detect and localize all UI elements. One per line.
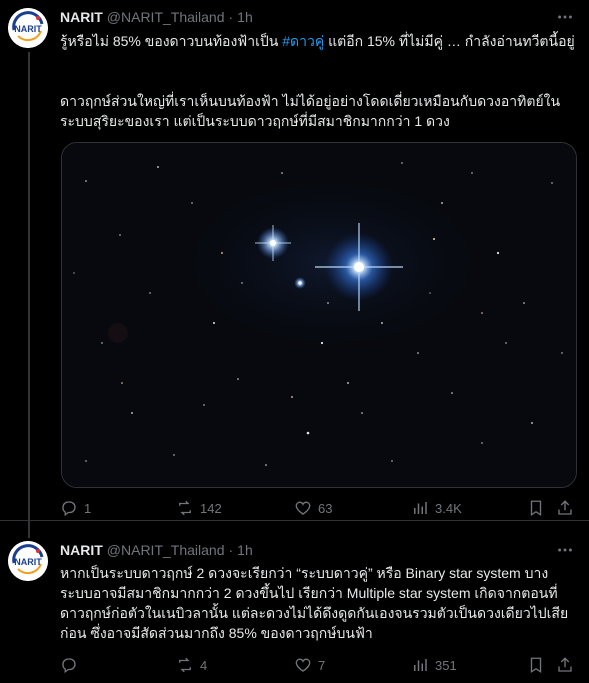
share-icon: [558, 657, 572, 672]
views-count: 351: [435, 657, 457, 673]
timestamp[interactable]: 1h: [237, 9, 253, 25]
separator-dot: ·: [228, 542, 234, 558]
avatar-logo-text: NARIT: [14, 557, 42, 567]
reply-button[interactable]: [60, 655, 84, 675]
tweet-text-after-hashtag: แต่อีก 15% ที่ไม่มีคู่ … กำลังอ่านทวีตนี…: [324, 33, 575, 49]
views-icon: [414, 502, 427, 514]
like-count: 7: [318, 657, 326, 673]
views-button[interactable]: 351: [411, 655, 457, 675]
share-icon: [558, 500, 572, 515]
starfield-image: [62, 143, 576, 487]
bookmark-icon: [530, 500, 542, 517]
like-button[interactable]: 63: [294, 498, 332, 518]
bookmark-button[interactable]: [527, 655, 545, 675]
tweet-text-paragraph-2: ดาวฤกษ์ส่วนใหญ่ที่เราเห็นบนท้องฟ้า ไม่ได…: [60, 93, 561, 129]
tweet-text-paragraph-1: รู้หรือไม่ 85% ของดาวบนท้องฟ้าเป็น #ดาวค…: [60, 31, 580, 51]
repost-button[interactable]: 142: [176, 498, 222, 518]
tweet-2[interactable]: NARIT NARIT @NARIT_Thailand · 1h หากเป็น…: [0, 521, 589, 683]
tweet-1[interactable]: NARIT NARIT @NARIT_Thailand · 1h รู้หรือ…: [0, 0, 589, 520]
author-name[interactable]: NARIT: [60, 542, 103, 558]
views-count: 3.4K: [435, 500, 462, 516]
more-button[interactable]: [555, 7, 575, 27]
reply-icon: [62, 501, 76, 517]
author-name[interactable]: NARIT: [60, 9, 103, 25]
hashtag-link[interactable]: #ดาวคู่: [282, 33, 324, 49]
like-count: 63: [318, 500, 333, 516]
like-button[interactable]: 7: [294, 655, 325, 675]
author-handle[interactable]: @NARIT_Thailand: [107, 542, 225, 558]
tweet-actions: 4 7 351: [60, 655, 580, 675]
like-icon: [295, 658, 311, 672]
views-icon: [414, 659, 427, 671]
avatar[interactable]: NARIT: [8, 8, 48, 48]
more-icon: [558, 15, 572, 19]
bookmark-icon: [530, 657, 542, 674]
tweet-image-starfield[interactable]: [61, 142, 577, 488]
avatar-logo-text: NARIT: [14, 24, 42, 34]
repost-button[interactable]: 4: [176, 655, 207, 675]
avatar[interactable]: NARIT: [8, 541, 48, 581]
reply-icon: [62, 658, 76, 674]
tweet-text: หากเป็นระบบดาวฤกษ์ 2 ดวงจะเรียกว่า “ระบบ…: [60, 565, 569, 641]
more-button[interactable]: [555, 540, 575, 560]
tweet-actions: 1 142 63 3.4K: [60, 498, 580, 518]
repost-icon: [179, 500, 191, 516]
narit-logo-icon: NARIT: [8, 541, 48, 581]
repost-count: 4: [200, 657, 208, 673]
like-icon: [295, 501, 311, 515]
timestamp[interactable]: 1h: [237, 542, 253, 558]
tweet-header: NARIT @NARIT_Thailand · 1h: [60, 7, 253, 27]
tweet-text-before-hashtag: รู้หรือไม่ 85% ของดาวบนท้องฟ้าเป็น: [60, 33, 283, 49]
share-button[interactable]: [556, 498, 574, 518]
separator-dot: ·: [228, 9, 234, 25]
more-icon: [558, 548, 572, 552]
views-button[interactable]: 3.4K: [411, 498, 462, 518]
tweet-header: NARIT @NARIT_Thailand · 1h: [60, 540, 253, 560]
bookmark-button[interactable]: [527, 498, 545, 518]
narit-logo-icon: NARIT: [8, 8, 48, 48]
repost-icon: [179, 657, 191, 673]
author-handle[interactable]: @NARIT_Thailand: [107, 9, 225, 25]
repost-count: 142: [200, 500, 222, 516]
reply-button[interactable]: 1: [60, 498, 91, 518]
share-button[interactable]: [556, 655, 574, 675]
reply-count: 1: [84, 500, 92, 516]
